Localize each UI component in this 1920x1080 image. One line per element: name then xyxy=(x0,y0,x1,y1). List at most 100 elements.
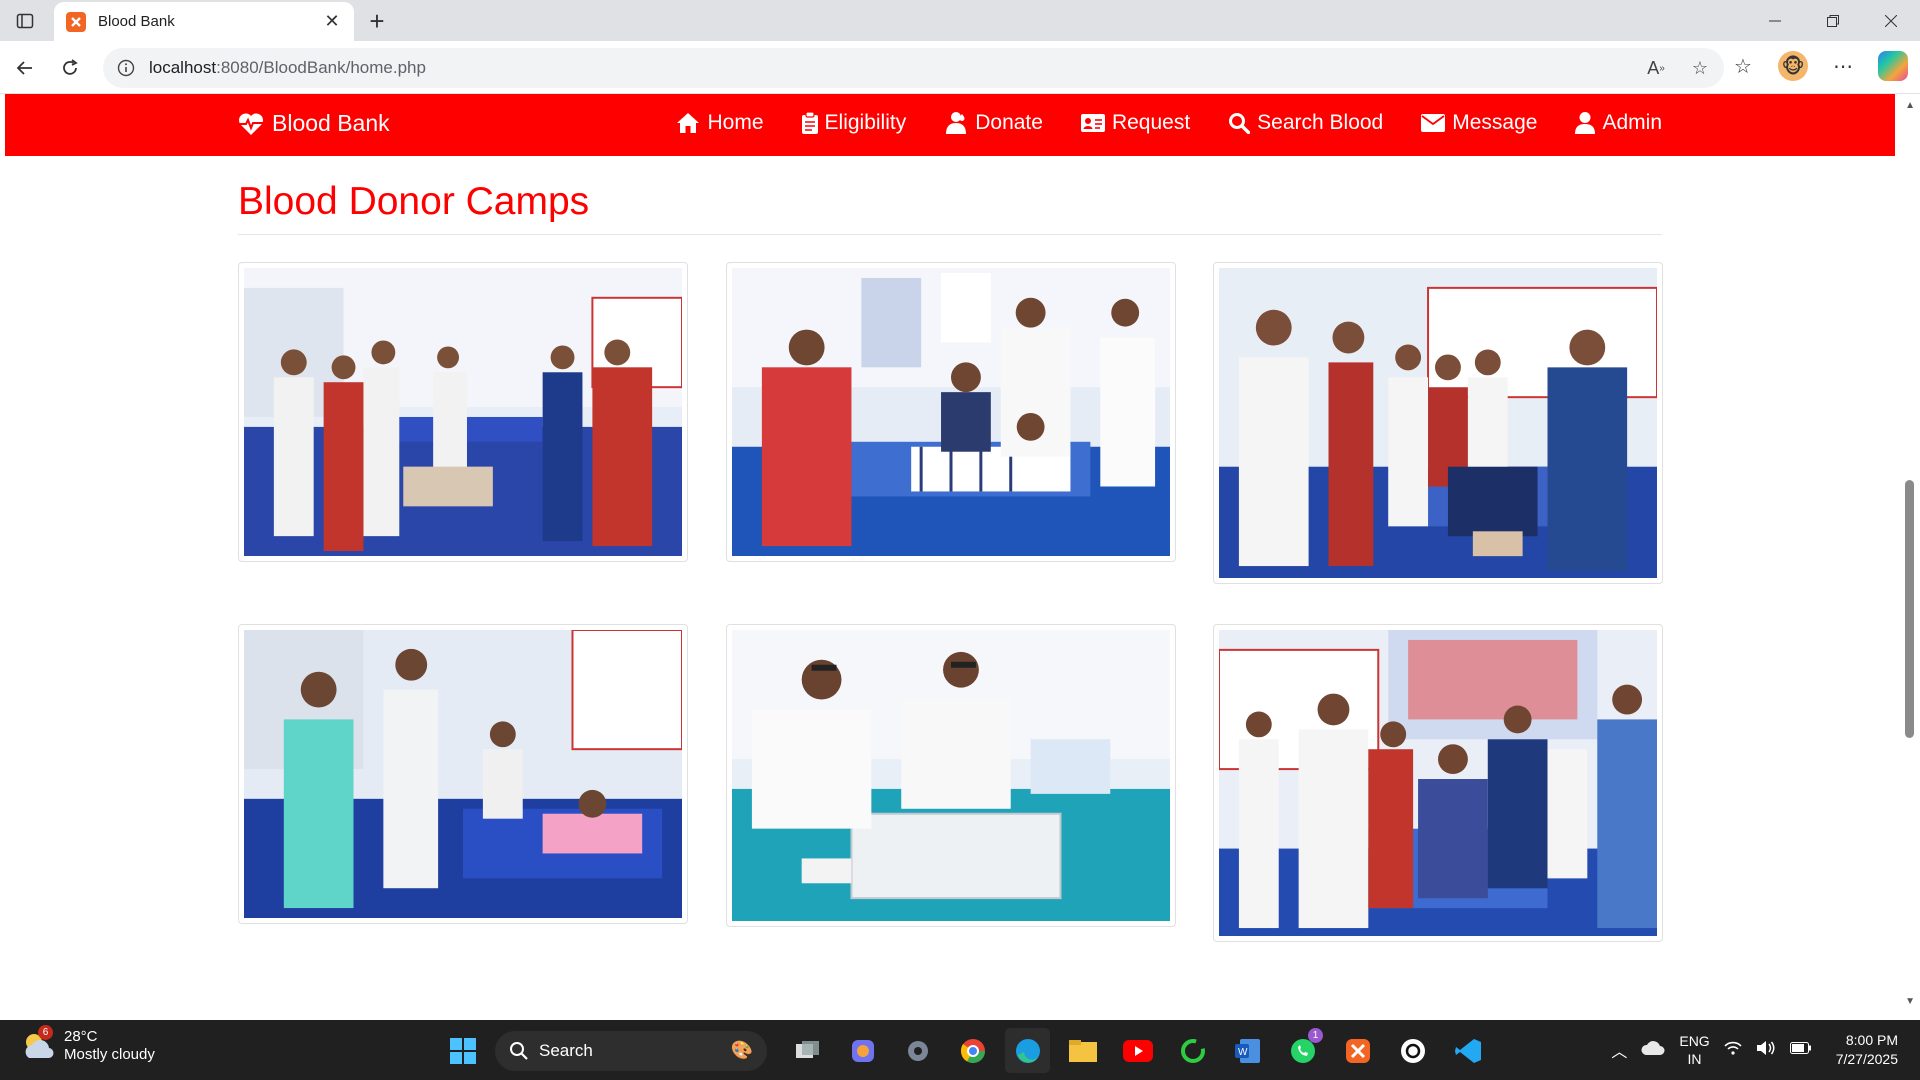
page-viewport: Blood Bank Home Eligibility Donate Reque… xyxy=(0,94,1920,1020)
scrollbar-thumb[interactable] xyxy=(1905,480,1914,738)
search-icon xyxy=(510,1041,528,1060)
browser-tab-active[interactable]: Blood Bank ✕ xyxy=(54,2,354,41)
back-icon[interactable] xyxy=(11,54,39,82)
word-icon[interactable]: W xyxy=(1225,1028,1270,1073)
new-tab-icon[interactable]: + xyxy=(364,6,390,36)
close-window-icon[interactable] xyxy=(1862,0,1920,41)
browser-tab-strip: Blood Bank ✕ + xyxy=(0,0,1920,41)
weather-badge: 6 xyxy=(38,1025,53,1040)
profile-avatar[interactable]: 🐵 xyxy=(1778,51,1808,81)
camp-photo-image xyxy=(244,630,682,918)
nav-label-home: Home xyxy=(707,111,764,134)
show-hidden-icons-chevron-icon[interactable]: ︿ xyxy=(1611,1038,1627,1062)
nav-item-request[interactable]: Request xyxy=(1080,111,1190,135)
favorites-icon[interactable]: ☆ xyxy=(1726,49,1760,83)
tab-close-icon[interactable]: ✕ xyxy=(322,11,342,32)
clock-date: 7/27/2025 xyxy=(1835,1051,1898,1067)
camp-photo-image xyxy=(732,268,1170,556)
camp-photo-3[interactable] xyxy=(1213,262,1663,584)
id-card-icon xyxy=(1080,114,1105,132)
nav-item-eligibility[interactable]: Eligibility xyxy=(801,111,907,135)
site-info-icon[interactable] xyxy=(115,57,137,79)
nav-item-admin[interactable]: Admin xyxy=(1575,111,1662,135)
brand-link[interactable]: Blood Bank xyxy=(238,110,390,137)
edge-icon[interactable] xyxy=(1005,1028,1050,1073)
section-title: Blood Donor Camps xyxy=(238,180,590,223)
nav-item-message[interactable]: Message xyxy=(1421,111,1537,135)
nav-label-message: Message xyxy=(1452,111,1538,134)
chatgpt-icon[interactable] xyxy=(1390,1028,1435,1073)
settings-icon[interactable] xyxy=(895,1028,940,1073)
search-highlight-icon: 🎨 xyxy=(730,1040,753,1060)
nav-label-donate: Donate xyxy=(975,111,1043,134)
nav-item-donate[interactable]: Donate xyxy=(944,111,1043,135)
language-indicator[interactable]: ENG IN xyxy=(1679,1032,1709,1068)
clipboard-icon xyxy=(801,112,818,134)
tab-actions-icon[interactable] xyxy=(12,8,38,34)
system-tray: ︿ ENG IN 8:00 PM 7/27/2025 xyxy=(1611,1020,1920,1080)
nav-links: Home Eligibility Donate Request Search B… xyxy=(676,111,1662,135)
whatsapp-icon[interactable]: 1 xyxy=(1280,1028,1325,1073)
camp-photo-4[interactable] xyxy=(238,624,688,924)
windows-taskbar: 6 28°C Mostly cloudy Search 🎨 W 1 ︿ ENG … xyxy=(0,1020,1920,1080)
camp-photo-image xyxy=(1219,268,1657,578)
nav-item-home[interactable]: Home xyxy=(676,111,764,135)
scroll-down-arrow-icon[interactable]: ▼ xyxy=(1905,996,1915,1007)
whatsapp-badge: 1 xyxy=(1308,1028,1323,1043)
nav-label-admin: Admin xyxy=(1602,111,1662,134)
taskbar-search-label: Search xyxy=(539,1040,593,1060)
read-aloud-icon[interactable]: A» xyxy=(1642,54,1670,82)
file-explorer-icon[interactable] xyxy=(1060,1028,1105,1073)
wifi-icon[interactable] xyxy=(1724,1041,1742,1060)
camp-photo-6[interactable] xyxy=(1213,624,1663,942)
more-options-icon[interactable]: ⋯ xyxy=(1826,49,1860,83)
copilot-icon[interactable] xyxy=(1878,51,1908,81)
vscode-icon[interactable] xyxy=(1445,1028,1490,1073)
clock[interactable]: 8:00 PM 7/27/2025 xyxy=(1836,1031,1898,1069)
weather-temp: 28°C xyxy=(64,1028,98,1045)
camp-photo-5[interactable] xyxy=(726,624,1176,927)
camp-photo-image xyxy=(732,630,1170,921)
cloudy-weather-icon: 6 xyxy=(20,1025,56,1064)
battery-icon[interactable] xyxy=(1789,1041,1812,1059)
weather-desc: Mostly cloudy xyxy=(64,1046,155,1063)
brand-label: Blood Bank xyxy=(272,110,390,136)
favorite-star-icon[interactable]: ☆ xyxy=(1686,54,1714,82)
clock-time: 8:00 PM xyxy=(1845,1032,1898,1048)
url-host: localhost xyxy=(149,58,217,77)
title-divider xyxy=(238,234,1662,235)
onedrive-cloud-icon[interactable] xyxy=(1641,1040,1665,1061)
task-view-icon[interactable] xyxy=(785,1028,830,1073)
weather-widget[interactable]: 6 28°C Mostly cloudy xyxy=(20,1025,155,1064)
camp-photo-image xyxy=(244,268,682,556)
nav-item-search-blood[interactable]: Search Blood xyxy=(1228,111,1383,135)
address-bar[interactable]: localhost:8080/BloodBank/home.php A» ☆ xyxy=(103,48,1724,88)
camp-photo-image xyxy=(1219,630,1657,936)
envelope-icon xyxy=(1421,114,1446,132)
restore-icon[interactable] xyxy=(1804,0,1862,41)
refresh-app-icon[interactable] xyxy=(1170,1028,1215,1073)
youtube-icon[interactable] xyxy=(1115,1028,1160,1073)
camp-photo-2[interactable] xyxy=(726,262,1176,562)
minimize-icon[interactable] xyxy=(1746,0,1804,41)
taskbar-apps: Search 🎨 W 1 xyxy=(440,1028,1490,1073)
donor-icon xyxy=(946,112,967,134)
site-navbar: Blood Bank Home Eligibility Donate Reque… xyxy=(5,94,1895,156)
scroll-up-arrow-icon[interactable]: ▲ xyxy=(1905,100,1915,111)
chrome-icon[interactable] xyxy=(950,1028,995,1073)
xampp-icon[interactable] xyxy=(1335,1028,1380,1073)
language-line1: ENG xyxy=(1679,1033,1710,1049)
nav-label-search-blood: Search Blood xyxy=(1257,111,1384,134)
search-icon xyxy=(1229,113,1251,134)
window-controls xyxy=(1746,0,1920,41)
reload-icon[interactable] xyxy=(56,54,84,82)
nav-label-eligibility: Eligibility xyxy=(824,111,907,134)
camp-photo-1[interactable] xyxy=(238,262,688,562)
copilot-app-icon[interactable] xyxy=(840,1028,885,1073)
browser-toolbar: localhost:8080/BloodBank/home.php A» ☆ ☆… xyxy=(0,41,1920,94)
volume-icon[interactable] xyxy=(1756,1040,1776,1061)
taskbar-search[interactable]: Search 🎨 xyxy=(495,1030,767,1071)
svg-text:W: W xyxy=(1238,1047,1248,1058)
tab-title: Blood Bank xyxy=(98,13,175,30)
windows-start-icon[interactable] xyxy=(440,1028,485,1073)
